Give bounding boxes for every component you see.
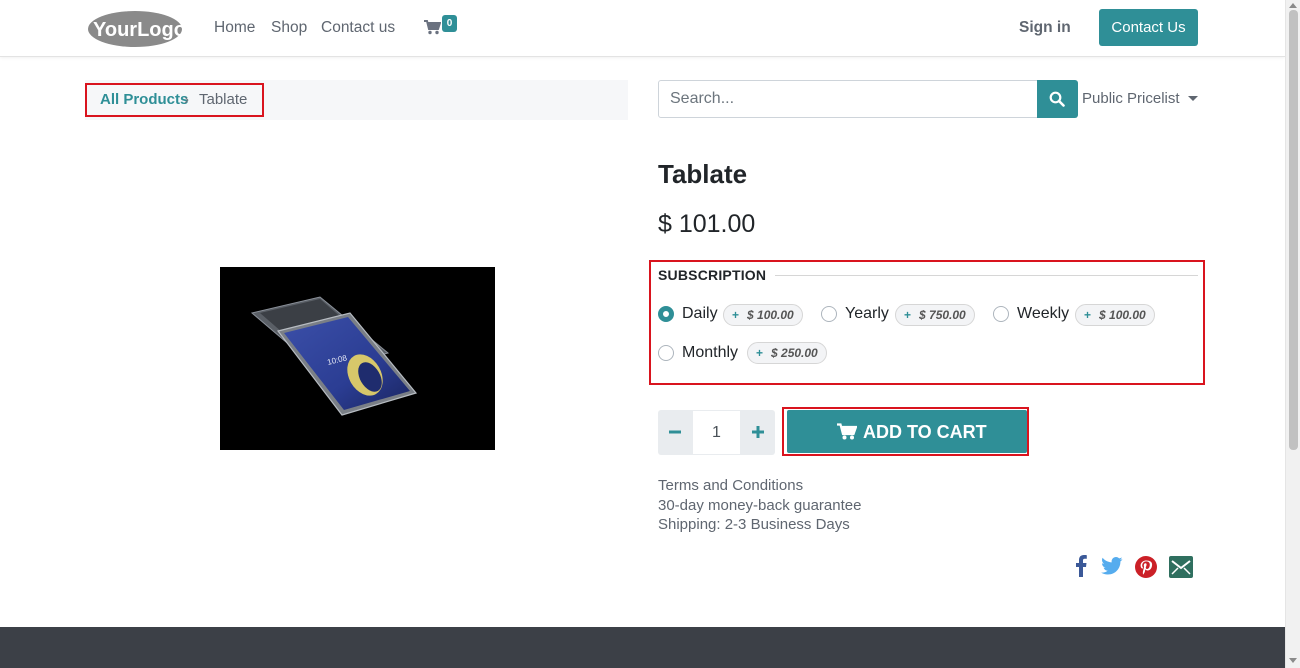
email-icon[interactable] <box>1169 556 1193 578</box>
product-price: $ 101.00 <box>658 210 756 238</box>
scroll-up-arrow[interactable] <box>1289 3 1297 8</box>
facebook-icon[interactable] <box>1075 555 1087 577</box>
option-daily-price-value: $ 100.00 <box>747 308 794 322</box>
breadcrumb-all-products[interactable]: All Products <box>100 91 188 108</box>
nav-home[interactable]: Home <box>214 19 255 37</box>
plus-icon <box>752 426 764 438</box>
search-input[interactable] <box>658 80 1038 118</box>
minus-icon <box>669 430 681 434</box>
cart-link[interactable]: 0 <box>424 15 464 41</box>
site-footer <box>0 627 1285 668</box>
shipping-text: Shipping: 2-3 Business Days <box>658 516 850 533</box>
pinterest-icon[interactable] <box>1135 556 1157 578</box>
site-header: YourLogo Home Shop Contact us 0 Sign in … <box>0 0 1285 57</box>
quantity-decrease-button[interactable] <box>658 410 692 455</box>
subscription-divider <box>775 275 1198 276</box>
product-title: Tablate <box>658 159 748 189</box>
option-daily-label[interactable]: Daily <box>682 305 718 323</box>
nav-contact[interactable]: Contact us <box>321 19 395 37</box>
option-yearly-label[interactable]: Yearly <box>845 305 889 323</box>
twitter-icon[interactable] <box>1101 557 1123 575</box>
search-button[interactable] <box>1037 80 1078 118</box>
subscription-heading: SUBSCRIPTION <box>658 267 767 283</box>
radio-yearly[interactable] <box>821 306 837 322</box>
tablet-illustration: 10:08 <box>220 267 495 450</box>
scroll-thumb[interactable] <box>1289 10 1298 450</box>
nav-shop[interactable]: Shop <box>271 19 307 37</box>
add-to-cart-button[interactable]: ADD TO CART <box>787 410 1027 453</box>
option-weekly-price-value: $ 100.00 <box>1099 308 1146 322</box>
option-daily-price: + $ 100.00 <box>723 304 803 326</box>
option-yearly-price: + $ 750.00 <box>895 304 975 326</box>
radio-monthly[interactable] <box>658 345 674 361</box>
chevron-down-icon[interactable] <box>1188 96 1198 101</box>
cart-icon <box>837 423 857 440</box>
logo[interactable]: YourLogo <box>87 10 186 48</box>
logo-text: YourLogo <box>93 19 183 41</box>
breadcrumb-separator: › <box>184 91 189 108</box>
guarantee-text: 30-day money-back guarantee <box>658 497 862 514</box>
quantity-increase-button[interactable] <box>741 410 775 455</box>
signin-link[interactable]: Sign in <box>1019 19 1071 37</box>
search-icon <box>1049 91 1065 107</box>
quantity-input[interactable] <box>692 410 741 455</box>
cart-count-badge: 0 <box>442 15 457 32</box>
option-monthly-price: + $ 250.00 <box>747 342 827 364</box>
scrollbar[interactable] <box>1285 0 1300 668</box>
option-weekly-label[interactable]: Weekly <box>1017 305 1069 323</box>
contact-us-button[interactable]: Contact Us <box>1099 9 1198 46</box>
option-yearly-price-value: $ 750.00 <box>919 308 966 322</box>
pricelist-dropdown[interactable]: Public Pricelist <box>1082 90 1180 107</box>
scroll-down-arrow[interactable] <box>1289 658 1297 663</box>
option-monthly-price-value: $ 250.00 <box>771 346 818 360</box>
option-weekly-price: + $ 100.00 <box>1075 304 1155 326</box>
add-to-cart-label: ADD TO CART <box>863 422 987 442</box>
breadcrumb-current: Tablate <box>199 91 248 108</box>
cart-icon <box>424 20 441 35</box>
product-image: 10:08 <box>220 267 495 450</box>
terms-and-conditions-link[interactable]: Terms and Conditions <box>658 477 803 494</box>
option-monthly-label[interactable]: Monthly <box>682 344 738 362</box>
radio-weekly[interactable] <box>993 306 1009 322</box>
radio-daily[interactable] <box>658 306 674 322</box>
